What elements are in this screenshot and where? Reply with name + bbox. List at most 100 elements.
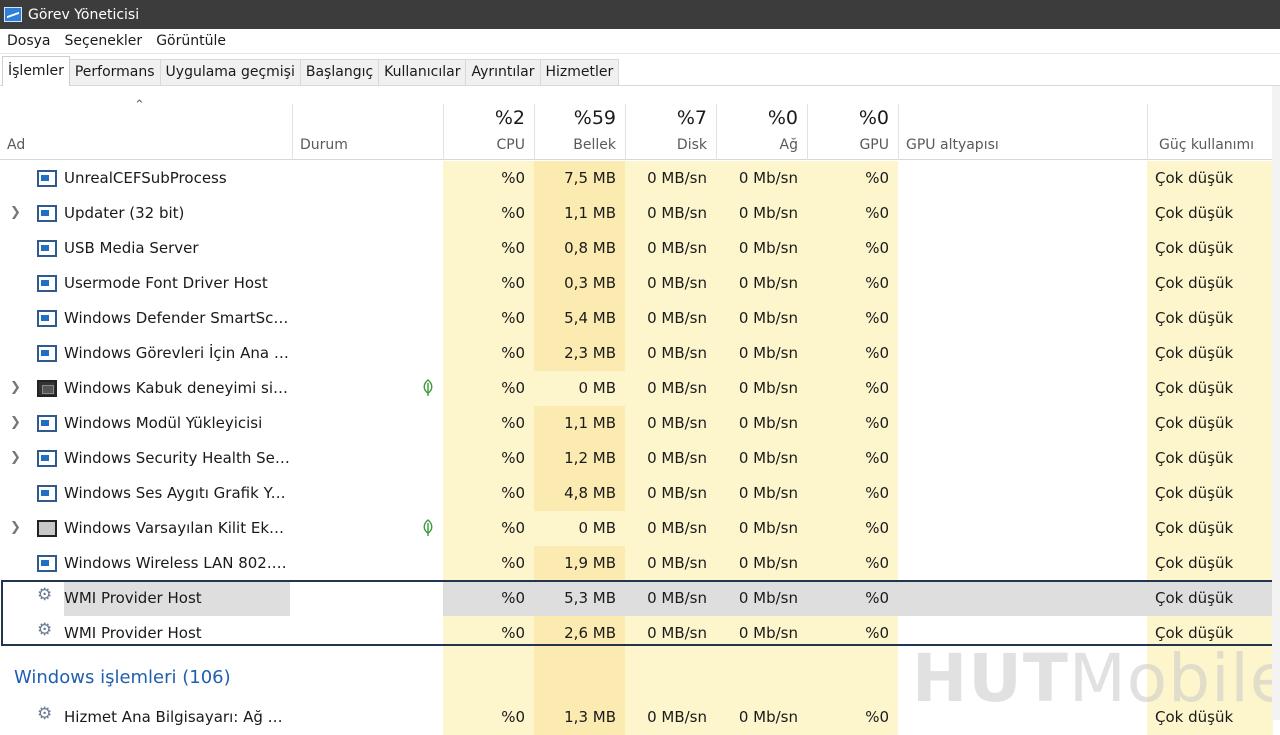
table-row[interactable]: Usermode Font Driver Host %0 0,3 MB 0 MB/sn… — [0, 266, 1280, 301]
tab-processes[interactable]: İşlemler — [2, 56, 70, 86]
network-value: 0 Mb/sn — [716, 336, 807, 371]
network-value: 0 Mb/sn — [716, 266, 807, 301]
expand-chevron-icon[interactable]: ❯ — [10, 511, 21, 544]
header-gpu-engine[interactable]: GPU altyapısı — [898, 104, 1147, 160]
watermark-bold: HUT — [912, 640, 1069, 717]
cpu-value: %0 — [443, 546, 534, 581]
expand-chevron-icon[interactable]: ❯ — [10, 441, 21, 474]
tab-services[interactable]: Hizmetler — [539, 59, 620, 85]
expand-chevron-icon[interactable]: ❯ — [10, 371, 21, 404]
header-cpu[interactable]: %2 CPU — [443, 104, 534, 160]
gpu-engine-value — [898, 441, 1147, 476]
process-name: Windows Modül Yükleyicisi — [64, 414, 263, 432]
table-row[interactable]: ❯ Windows Modül Yükleyicisi %0 1,1 MB 0 MB/s… — [0, 406, 1280, 441]
network-value: 0 Mb/sn — [716, 511, 807, 546]
disk-value: 0 MB/sn — [625, 546, 716, 581]
gear-icon — [37, 704, 57, 726]
header-gpu-engine-label: GPU altyapısı — [906, 137, 999, 153]
tab-startup[interactable]: Başlangıç — [299, 59, 380, 85]
disk-value: 0 MB/sn — [625, 700, 716, 735]
memory-value: 0,8 MB — [534, 231, 625, 266]
table-row[interactable]: ❯ Windows Varsayılan Kilit Ekranı %0 0 MB 0 … — [0, 511, 1280, 546]
watermark-logo: HUTMobile — [912, 640, 1280, 717]
memory-value: 1,2 MB — [534, 441, 625, 476]
cpu-value: %0 — [443, 511, 534, 546]
disk-value: 0 MB/sn — [625, 161, 716, 196]
disk-value: 0 MB/sn — [625, 336, 716, 371]
power-value: Çok düşük — [1147, 371, 1273, 406]
group-title[interactable]: Windows işlemleri (106) — [14, 667, 231, 688]
header-network-percent: %0 — [767, 107, 798, 129]
memory-value: 5,4 MB — [534, 301, 625, 336]
header-disk[interactable]: %7 Disk — [625, 104, 716, 160]
efficiency-leaf-icon — [423, 379, 433, 396]
power-value: Çok düşük — [1147, 476, 1273, 511]
cpu-value: %0 — [443, 371, 534, 406]
table-row[interactable]: USB Media Server %0 0,8 MB 0 MB/sn 0 Mb/sn %0… — [0, 231, 1280, 266]
table-row[interactable]: Windows Wireless LAN 802.11 Extensibilit… — [0, 546, 1280, 581]
network-value: 0 Mb/sn — [716, 441, 807, 476]
header-gpu[interactable]: %0 GPU — [807, 104, 898, 160]
header-name[interactable]: Ad — [0, 104, 292, 160]
memory-value: 0 MB — [534, 371, 625, 406]
expand-chevron-icon[interactable]: ❯ — [10, 406, 21, 439]
window-app-icon — [37, 450, 57, 467]
table-row[interactable]: Windows Görevleri İçin Ana Bilgisayar İş… — [0, 336, 1280, 371]
header-memory[interactable]: %59 Bellek — [534, 104, 625, 160]
memory-value: 1,9 MB — [534, 546, 625, 581]
tab-app-history[interactable]: Uygulama geçmişi — [159, 59, 301, 85]
header-gpu-label: GPU — [859, 137, 889, 153]
process-name: Windows Wireless LAN 802.11 Extensibilit… — [64, 554, 290, 572]
menu-file[interactable]: Dosya — [0, 29, 58, 54]
table-row[interactable]: ❯ Windows Kabuk deneyimi sistemi %0 0 MB 0 M… — [0, 371, 1280, 406]
disk-value: 0 MB/sn — [625, 441, 716, 476]
table-row[interactable]: ❯ Windows Security Health Service %0 1,2 MB… — [0, 441, 1280, 476]
table-row[interactable]: Windows Defender SmartScreen %0 5,4 MB 0 MB… — [0, 301, 1280, 336]
header-disk-label: Disk — [676, 137, 707, 153]
tab-performance[interactable]: Performans — [68, 59, 161, 85]
cpu-value: %0 — [443, 336, 534, 371]
menu-options[interactable]: Seçenekler — [58, 29, 150, 54]
cpu-value: %0 — [443, 161, 534, 196]
header-status[interactable]: Durum — [292, 104, 443, 160]
process-name: Hizmet Ana Bilgisayarı: Ağ Bağlantıları — [64, 708, 290, 726]
gpu-value: %0 — [807, 406, 898, 441]
memory-value: 4,8 MB — [534, 476, 625, 511]
header-network[interactable]: %0 Ağ — [716, 104, 807, 160]
header-power-label: Güç kullanımı — [1159, 137, 1255, 153]
table-row[interactable]: ❯ Updater (32 bit) %0 1,1 MB 0 MB/sn 0 Mb/sn%… — [0, 196, 1280, 231]
gpu-value: %0 — [807, 476, 898, 511]
gpu-engine-value — [898, 301, 1147, 336]
process-name: WMI Provider Host — [64, 581, 290, 616]
vertical-scrollbar[interactable] — [1272, 86, 1280, 720]
memory-value: 7,5 MB — [534, 161, 625, 196]
menu-bar: Dosya Seçenekler Görüntüle — [0, 29, 1280, 54]
process-name: Usermode Font Driver Host — [64, 274, 268, 292]
table-row[interactable]: Windows Ses Aygıtı Grafik Yalıtımı%04,8 … — [0, 476, 1280, 511]
table-row[interactable]: UnrealCEFSubProcess %0 7,5 MB 0 MB/sn 0 Mb/s… — [0, 161, 1280, 196]
gpu-value: %0 — [807, 441, 898, 476]
gpu-engine-value — [898, 546, 1147, 581]
shell-app-icon — [37, 380, 57, 397]
table-row[interactable]: WMI Provider Host%05,3 MB0 MB/sn0 Mb/sn%… — [0, 581, 1280, 616]
network-value: 0 Mb/sn — [716, 700, 807, 735]
tab-users[interactable]: Kullanıcılar — [378, 59, 467, 85]
window-app-icon — [37, 275, 57, 292]
header-cpu-label: CPU — [496, 137, 525, 153]
tab-details[interactable]: Ayrıntılar — [465, 59, 541, 85]
cpu-value: %0 — [443, 700, 534, 735]
cpu-value: %0 — [443, 266, 534, 301]
window-app-icon — [37, 240, 57, 257]
header-disk-percent: %7 — [676, 107, 707, 129]
power-value: Çok düşük — [1147, 336, 1273, 371]
window-app-icon — [37, 170, 57, 187]
process-name: Windows Görevleri İçin Ana Bilgisayar İş… — [64, 344, 290, 362]
process-name: Windows Defender SmartScreen — [64, 309, 290, 327]
gpu-engine-value — [898, 266, 1147, 301]
gpu-value: %0 — [807, 231, 898, 266]
menu-view[interactable]: Görüntüle — [149, 29, 233, 54]
expand-chevron-icon[interactable]: ❯ — [10, 196, 21, 229]
disk-value: 0 MB/sn — [625, 196, 716, 231]
power-value: Çok düşük — [1147, 511, 1273, 546]
header-power[interactable]: Güç kullanımı — [1147, 104, 1273, 160]
